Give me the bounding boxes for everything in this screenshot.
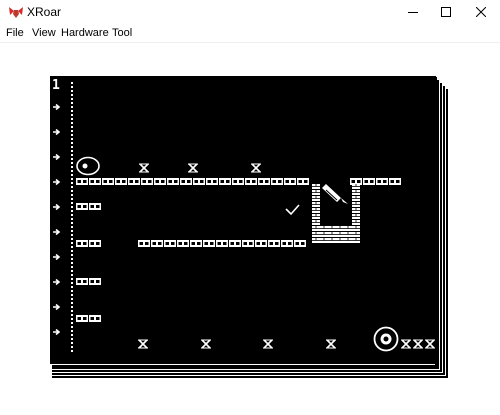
minimize-button[interactable]	[396, 0, 430, 24]
title-bar: XRoar	[0, 0, 500, 24]
minimize-icon	[408, 12, 418, 13]
emulator-screen[interactable]: 1	[0, 43, 500, 415]
xroar-app-icon	[9, 7, 23, 18]
maximize-button[interactable]	[429, 0, 463, 24]
close-icon	[476, 7, 486, 17]
game-display[interactable]: 1	[0, 43, 500, 415]
window-title: XRoar	[27, 5, 62, 19]
close-button[interactable]	[464, 0, 498, 24]
level-number: 1	[52, 78, 60, 93]
menu-bar: File View Hardware Tool	[0, 24, 500, 43]
menu-hardware[interactable]: Hardware	[61, 26, 109, 40]
menu-file[interactable]: File	[6, 26, 24, 40]
play-field	[50, 76, 436, 364]
brick-row-top	[76, 178, 401, 185]
menu-view[interactable]: View	[32, 26, 56, 40]
maximize-icon	[441, 7, 451, 17]
menu-tool[interactable]: Tool	[112, 26, 132, 40]
